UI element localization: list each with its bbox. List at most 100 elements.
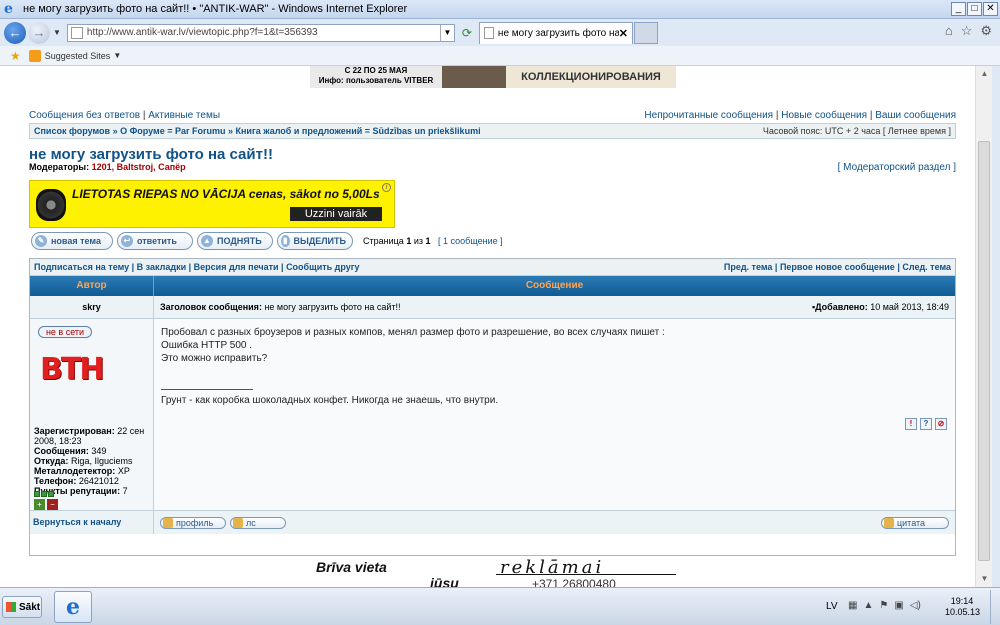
highlight-icon: ▮ (281, 235, 290, 247)
address-bar[interactable]: http://www.antik-war.lv/viewtopic.php?f=… (66, 23, 455, 42)
private-message-button[interactable]: лс (230, 516, 286, 529)
maximize-button[interactable]: □ (967, 2, 982, 16)
bump-button[interactable]: ▲ ПОДНЯТЬ (197, 232, 273, 250)
banner-left: С 22 ПО 25 МАЯ Инфо: пользователь VITBER (310, 66, 442, 88)
active-topics-link[interactable]: Активные темы (148, 110, 220, 121)
language-indicator[interactable]: LV (826, 601, 838, 612)
vertical-scrollbar[interactable]: ▲ ▼ (975, 66, 992, 587)
profile-button[interactable]: профиль (160, 516, 226, 529)
network-icon[interactable]: ▣ (894, 600, 903, 611)
toolbar-left: Подписаться на тему | В закладки | Верси… (34, 262, 360, 272)
report-icon[interactable]: ! (905, 418, 917, 430)
ad-text: LIETOTAS RIEPAS NO VĀCIJA cenas, sākot n… (72, 187, 380, 201)
gear-icon[interactable]: ⚙ (980, 23, 992, 39)
crumb-about[interactable]: О Форуме = Par Forumu (120, 126, 225, 136)
address-dropdown-icon[interactable]: ▼ (439, 24, 454, 41)
topic-title[interactable]: не могу загрузить фото на сайт!! (29, 146, 273, 163)
banner-right: КОЛЛЕКЦИОНИРОВАНИЯ (506, 66, 676, 88)
start-button[interactable]: Sākt (2, 596, 42, 618)
topic-actions: ✎ новая тема ↩ ответить ▲ ПОДНЯТЬ ▮ ВЫДЕЛИТЬ… (31, 232, 503, 250)
browser-tab[interactable]: не могу загрузить фото на ... ✕ (478, 21, 633, 44)
next-topic-link[interactable]: След. тема (902, 262, 951, 272)
favorites-star-icon[interactable]: ☆ (961, 23, 973, 39)
ad-info-icon[interactable]: i (382, 183, 391, 192)
url-text[interactable]: http://www.antik-war.lv/viewtopic.php?f=… (87, 27, 440, 38)
moderator-section-link[interactable]: [ Модераторский раздел ] (838, 162, 956, 173)
back-button[interactable]: ← (4, 21, 26, 44)
tyre-ad-banner[interactable]: LIETOTAS RIEPAS NO VĀCIJA cenas, sākot n… (29, 180, 395, 228)
taskbar-ie-button[interactable]: e (54, 591, 92, 623)
keyboard-icon[interactable]: ▦ (848, 600, 857, 611)
ban-icon[interactable]: ⊘ (935, 418, 947, 430)
banner-info: Инфо: пользователь VITBER (318, 76, 434, 85)
rep-plus-icon[interactable]: + (34, 499, 45, 510)
forward-button[interactable]: → (28, 21, 50, 44)
timezone: Часовой пояс: UTC + 2 часа [ Летнее врем… (762, 126, 951, 136)
refresh-icon[interactable]: ⟳ (459, 25, 475, 41)
prev-topic-link[interactable]: Пред. тема (724, 262, 773, 272)
back-to-top-link[interactable]: Вернуться к началу (30, 511, 154, 534)
home-icon[interactable]: ⌂ (945, 23, 953, 39)
top-banner[interactable]: С 22 ПО 25 МАЯ Инфо: пользователь VITBER… (310, 66, 676, 88)
show-desktop-button[interactable] (990, 590, 998, 624)
quote-button[interactable]: цитата (881, 516, 949, 529)
crumb-complaints[interactable]: Книга жалоб и предложений = Sūdzības un … (235, 126, 480, 136)
window-controls: _ □ ✕ (951, 2, 998, 16)
rep-minus-icon[interactable]: − (47, 499, 58, 510)
suggested-sites-icon[interactable] (28, 49, 41, 62)
bottom-ad-banner[interactable]: Brīva vieta reklāmai jūsu +371 26800480 (310, 557, 676, 587)
your-posts-link[interactable]: Ваши сообщения (875, 110, 956, 121)
scroll-up-icon[interactable]: ▲ (976, 66, 993, 82)
first-unread-link[interactable]: Первое новое сообщение (780, 262, 895, 272)
print-link[interactable]: Версия для печати (194, 262, 279, 272)
post-body-row: не в сети ВТН Зарегистрирован: 22 сен 20… (30, 319, 955, 511)
new-topic-button[interactable]: ✎ новая тема (31, 232, 113, 250)
highlight-button[interactable]: ▮ ВЫДЕЛИТЬ (277, 232, 353, 250)
clock[interactable]: 19:14 10.05.13 (945, 596, 980, 618)
new-tab-button[interactable] (633, 21, 658, 44)
rank-icons (34, 491, 54, 497)
post-subject-bar: Заголовок сообщения: не могу загрузить ф… (154, 296, 955, 318)
post-subject: Заголовок сообщения: не могу загрузить ф… (160, 302, 401, 312)
quote-icon (884, 517, 894, 528)
signature: Грунт - как коробка шоколадных конфет. Н… (161, 395, 499, 406)
bottom-ad-phone: +371 26800480 (532, 577, 616, 587)
scroll-down-icon[interactable]: ▼ (976, 571, 993, 587)
avatar: ВТН (40, 352, 104, 387)
volume-icon[interactable]: ◁) (910, 600, 921, 611)
top-links-left: Сообщения без ответов | Активные темы (29, 110, 221, 121)
history-dropdown-icon[interactable]: ▼ (53, 28, 61, 37)
suggested-sites-link[interactable]: Suggested Sites (45, 51, 111, 61)
browser-tools: ⌂ ☆ ⚙ (945, 23, 992, 39)
favorites-icon[interactable]: ★ (10, 49, 21, 63)
flag-icon[interactable]: ⚑ (879, 600, 888, 611)
tray-expand-icon[interactable]: ▲ (863, 600, 873, 611)
crumb-forum-index[interactable]: Список форумов (34, 126, 110, 136)
message-column-header: Сообщение (525, 280, 584, 291)
suggested-dropdown-icon[interactable]: ▼ (113, 51, 121, 60)
tab-title[interactable]: не могу загрузить фото на ... (498, 28, 619, 39)
pencil-icon: ✎ (35, 235, 47, 247)
ad-learn-more-button[interactable]: Uzzini vairāk (290, 207, 382, 221)
post-author[interactable]: skry (30, 296, 154, 318)
breadcrumb-trail: Список форумов » О Форуме = Par Forumu »… (34, 126, 481, 136)
moderator-links[interactable]: 1201, Baltstroj, Сапёр (92, 162, 186, 172)
posts-table: Подписаться на тему | В закладки | Верси… (29, 258, 956, 556)
unanswered-link[interactable]: Сообщения без ответов (29, 110, 140, 121)
reply-icon: ↩ (121, 235, 133, 247)
taskbar: Sākt e LV ▦ ▲ ⚑ ▣ ◁) 19:14 10.05.13 (0, 587, 1000, 625)
scrollbar-thumb[interactable] (978, 141, 990, 561)
email-friend-link[interactable]: Сообщить другу (286, 262, 359, 272)
unread-link[interactable]: Непрочитанные сообщения (644, 110, 773, 121)
bookmark-link[interactable]: В закладки (137, 262, 186, 272)
bottom-ad-underline (496, 574, 676, 575)
minimize-button[interactable]: _ (951, 2, 966, 16)
close-button[interactable]: ✕ (983, 2, 998, 16)
toolbar-right: Пред. тема | Первое новое сообщение | Сл… (723, 262, 951, 272)
subscribe-link[interactable]: Подписаться на тему (34, 262, 129, 272)
reply-button[interactable]: ↩ ответить (117, 232, 193, 250)
tab-close-icon[interactable]: ✕ (619, 27, 628, 40)
info-icon[interactable]: ? (920, 418, 932, 430)
new-posts-link[interactable]: Новые сообщения (781, 110, 867, 121)
top-links-right: Непрочитанные сообщения | Новые сообщени… (644, 110, 956, 121)
